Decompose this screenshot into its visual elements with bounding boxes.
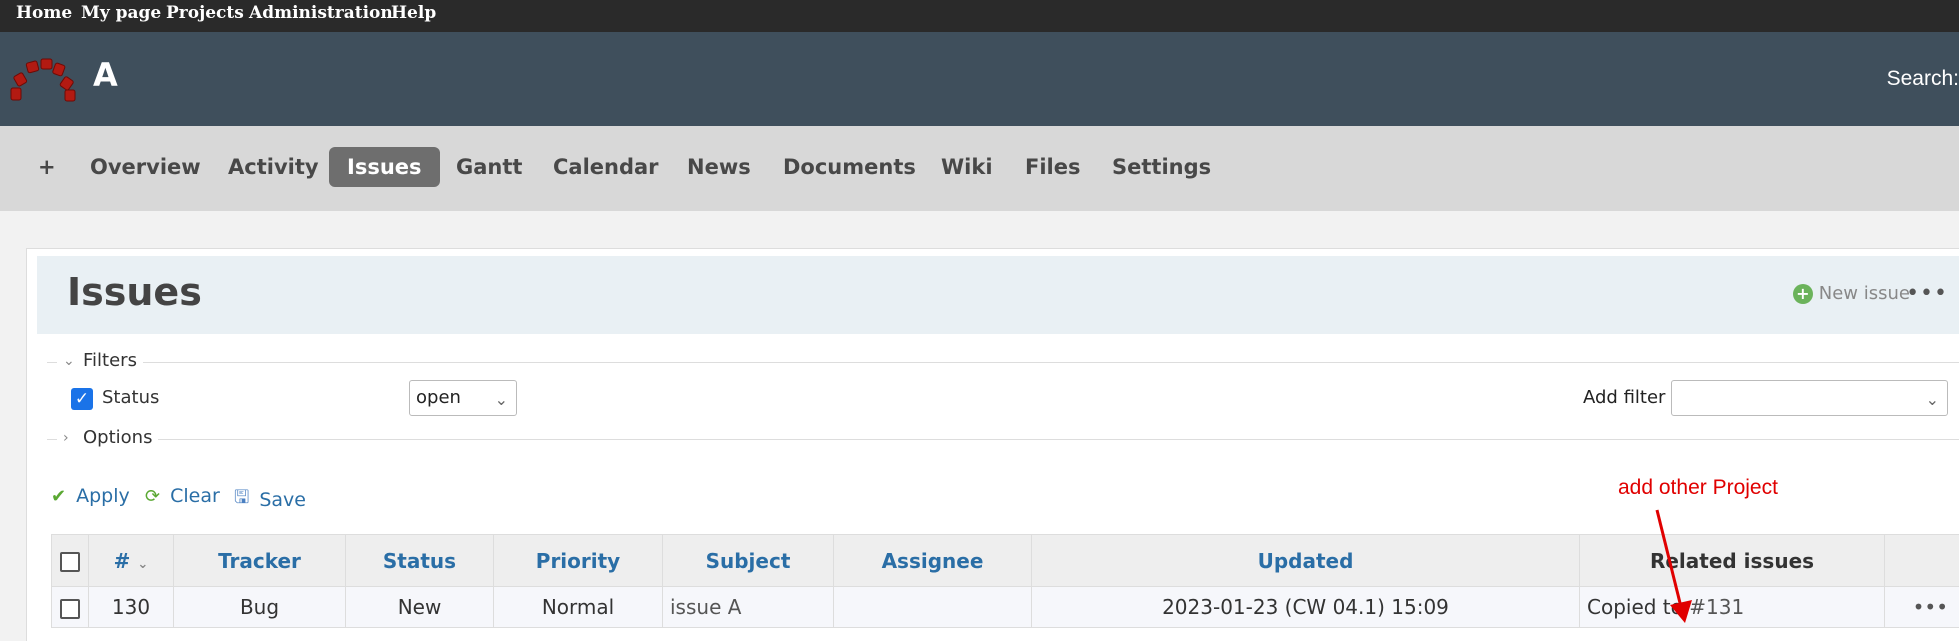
column-header-updated[interactable]: Updated xyxy=(1031,534,1580,587)
chevron-down-icon: ⌄ xyxy=(494,390,508,409)
column-header-actions xyxy=(1884,534,1959,587)
column-header-assignee[interactable]: Assignee xyxy=(833,534,1032,587)
sort-desc-icon: ⌄ xyxy=(137,556,149,572)
search-label: Search: xyxy=(1886,67,1959,90)
tab-calendar[interactable]: Calendar xyxy=(545,147,667,187)
chevron-down-icon: ⌄ xyxy=(1925,390,1939,409)
issue-priority: Normal xyxy=(493,586,663,628)
column-header-subject[interactable]: Subject xyxy=(662,534,834,587)
tab-news[interactable]: News xyxy=(679,147,759,187)
tab-overview[interactable]: Overview xyxy=(82,147,209,187)
project-title[interactable]: A xyxy=(93,56,118,94)
apply-label: Apply xyxy=(76,485,130,507)
tab-gantt[interactable]: Gantt xyxy=(448,147,530,187)
title-bar: Issues + New issue ••• xyxy=(37,256,1959,334)
top-menu-help[interactable]: Help xyxy=(391,3,436,23)
top-menu-home[interactable]: Home xyxy=(16,3,72,23)
status-operator-value: open xyxy=(416,387,461,408)
tab-settings[interactable]: Settings xyxy=(1104,147,1219,187)
column-header-tracker[interactable]: Tracker xyxy=(173,534,346,587)
issue-tracker: Bug xyxy=(173,586,346,628)
filters-legend[interactable]: ⌄ Filters xyxy=(57,350,143,371)
select-all-cell xyxy=(51,534,89,587)
more-actions-button[interactable]: ••• xyxy=(1906,281,1948,306)
column-header-id[interactable]: # ⌄ xyxy=(88,534,174,587)
apply-button[interactable]: ✔ Apply xyxy=(51,485,130,507)
column-header-status[interactable]: Status xyxy=(345,534,494,587)
annotation-text: add other Project xyxy=(1618,476,1778,499)
add-filter-select[interactable]: ⌄ xyxy=(1671,380,1948,416)
filters-legend-label: Filters xyxy=(83,350,137,371)
select-all-checkbox[interactable] xyxy=(60,552,80,572)
chevron-right-icon: › xyxy=(63,429,69,446)
new-object-button[interactable]: + xyxy=(30,147,64,187)
tab-activity[interactable]: Activity xyxy=(220,147,327,187)
issue-status: New xyxy=(345,586,494,628)
redmine-logo-icon xyxy=(10,58,76,102)
checkmark-icon: ✔ xyxy=(51,485,67,507)
options-border xyxy=(47,439,1959,440)
issue-subject[interactable]: issue A xyxy=(662,586,834,628)
new-issue-button[interactable]: + New issue xyxy=(1792,283,1910,304)
annotation-arrow-icon xyxy=(1655,509,1692,623)
new-issue-label: New issue xyxy=(1818,283,1910,304)
save-button[interactable]: 🖫 Save xyxy=(234,485,306,515)
issue-id[interactable]: 130 xyxy=(88,586,174,628)
top-menu-my-page[interactable]: My page xyxy=(81,3,161,23)
filters-border xyxy=(47,362,1959,363)
tab-wiki[interactable]: Wiki xyxy=(933,147,1001,187)
top-menu: Home My page Projects Administration Hel… xyxy=(0,0,1959,32)
issue-assignee xyxy=(833,586,1032,628)
add-filter-label: Add filter xyxy=(1583,387,1666,408)
row-checkbox[interactable] xyxy=(60,598,80,619)
header: A Search: xyxy=(0,32,1959,126)
issue-updated: 2023-01-23 (CW 04.1) 15:09 xyxy=(1031,586,1580,628)
chevron-down-icon: ⌄ xyxy=(63,352,75,369)
options-legend[interactable]: › Options xyxy=(57,427,159,448)
status-filter-label: Status xyxy=(102,387,160,408)
top-menu-administration[interactable]: Administration xyxy=(249,3,393,23)
issue-related: Copied to #131 xyxy=(1579,586,1885,628)
page-title: Issues xyxy=(67,270,202,314)
clear-label: Clear xyxy=(170,485,220,507)
row-select-cell xyxy=(51,586,89,628)
column-header-related-issues: Related issues xyxy=(1579,534,1885,587)
tab-documents[interactable]: Documents xyxy=(775,147,924,187)
save-label: Save xyxy=(259,489,306,511)
floppy-disk-icon: 🖫 xyxy=(234,487,250,508)
tab-files[interactable]: Files xyxy=(1017,147,1088,187)
main-menu: + Overview Activity Issues Gantt Calenda… xyxy=(0,126,1959,211)
status-filter-checkbox[interactable]: ✓ xyxy=(71,388,93,410)
status-operator-select[interactable]: open ⌄ xyxy=(409,380,517,416)
options-legend-label: Options xyxy=(83,427,153,448)
column-header-priority[interactable]: Priority xyxy=(493,534,663,587)
top-menu-projects[interactable]: Projects xyxy=(166,3,244,23)
clear-button[interactable]: ⟳ Clear xyxy=(145,485,220,507)
add-icon: + xyxy=(1792,283,1813,304)
reload-icon: ⟳ xyxy=(145,485,161,507)
tab-issues[interactable]: Issues xyxy=(329,147,440,187)
row-more-button[interactable]: ••• xyxy=(1884,586,1959,628)
